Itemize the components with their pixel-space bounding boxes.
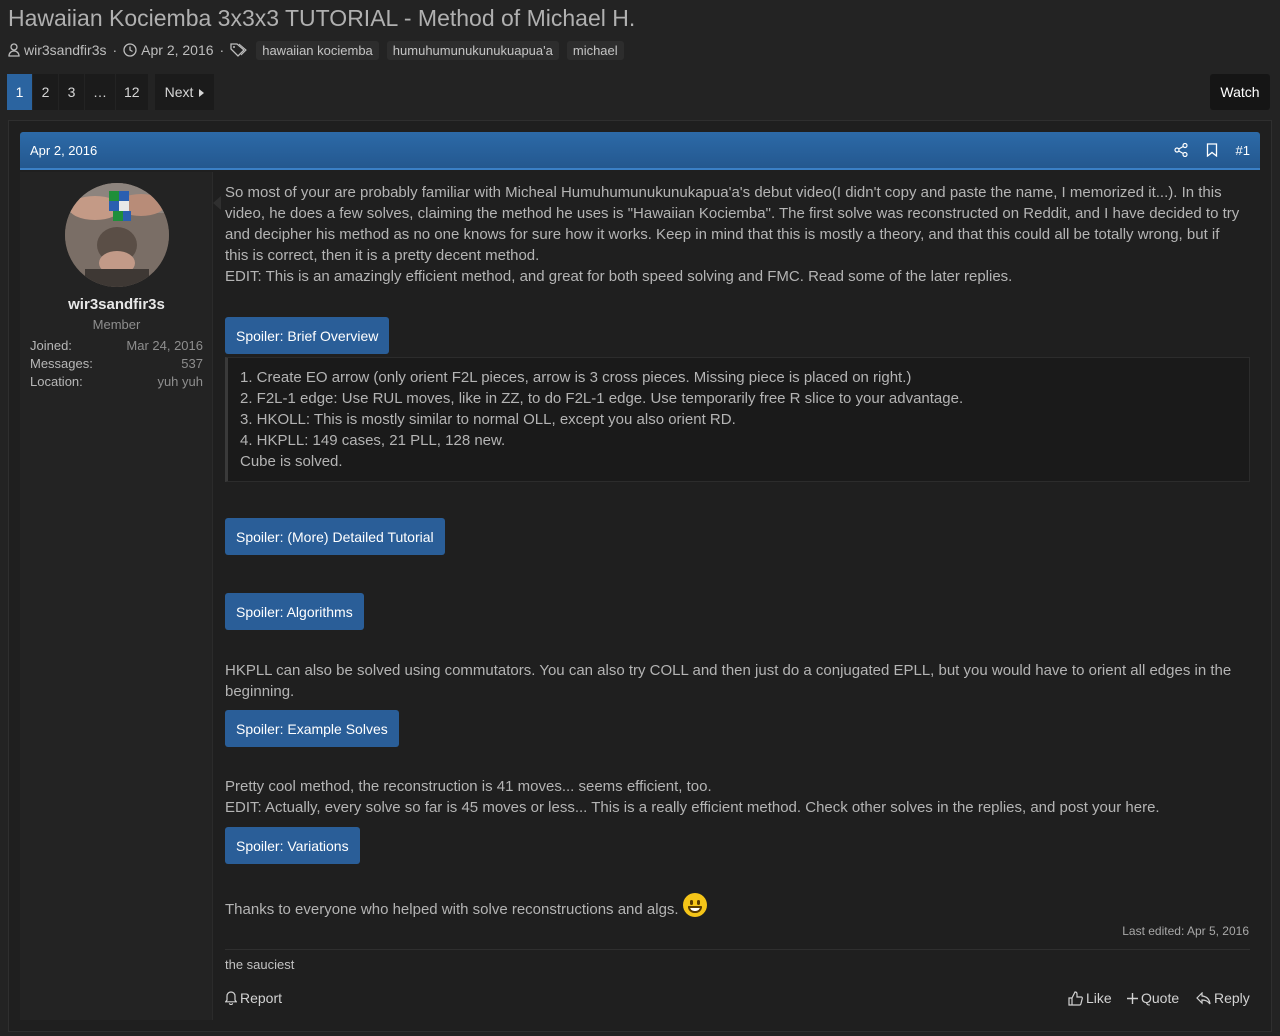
spoiler-brief-overview-button[interactable]: Spoiler: Brief Overview xyxy=(225,317,390,354)
intro-text: So most of your are probably familiar wi… xyxy=(225,182,1257,287)
reconstruction-text: Pretty cool method, the reconstruction i… xyxy=(225,776,1257,818)
message-arrow xyxy=(213,196,221,210)
page-jump-ellipsis[interactable]: … xyxy=(85,74,115,110)
username[interactable]: wir3sandfir3s xyxy=(20,296,213,313)
page-title: Hawaiian Kociemba 3x3x3 TUTORIAL - Metho… xyxy=(8,5,636,31)
watch-button[interactable]: Watch xyxy=(1210,74,1270,110)
post: Apr 2, 2016 #1 wir3sandfir3s Member Join… xyxy=(8,120,1272,1032)
text-line: this is correct, then it is a pretty dec… xyxy=(225,247,540,264)
text-line: 2. F2L-1 edge: Use RUL moves, like in ZZ… xyxy=(240,390,964,407)
thanks-text: Thanks to everyone who helped with solve… xyxy=(225,893,1257,920)
avatar[interactable] xyxy=(65,183,169,287)
text-line: 4. HKPLL: 149 cases, 21 PLL, 128 new. xyxy=(240,432,506,449)
user-title: Member xyxy=(92,317,141,332)
post-number[interactable]: #1 xyxy=(1236,143,1250,158)
meta-separator: · xyxy=(112,42,118,58)
text-line: EDIT: This is an amazingly efficient met… xyxy=(225,268,1013,285)
thread-date-text[interactable]: Apr 2, 2016 xyxy=(141,42,213,58)
reply-arrow-icon xyxy=(1196,991,1211,1005)
text-line: EDIT: Actually, every solve so far is 45… xyxy=(225,799,1160,816)
like-button[interactable]: Like xyxy=(1068,988,1112,1008)
report-label: Report xyxy=(240,990,283,1006)
text-line: beginning. xyxy=(225,683,295,700)
last-edited[interactable]: Last edited: Apr 5, 2016 xyxy=(1059,924,1249,938)
user-icon xyxy=(8,43,20,57)
text-line: Pretty cool method, the reconstruction i… xyxy=(225,778,712,795)
post-header-actions: #1 xyxy=(1173,143,1250,158)
text-line: Cube is solved. xyxy=(240,453,343,470)
stat-messages: Messages: 537 xyxy=(30,356,203,374)
stat-joined: Joined: Mar 24, 2016 xyxy=(30,338,203,356)
reply-button[interactable]: Reply xyxy=(1196,988,1250,1008)
stat-label: Messages: xyxy=(30,356,93,371)
stat-value[interactable]: yuh yuh xyxy=(157,374,203,392)
thread-author[interactable]: wir3sandfir3s xyxy=(8,42,106,58)
thread-meta: wir3sandfir3s · Apr 2, 2016 · hawaiian k… xyxy=(8,40,624,60)
spoiler-example-solves-button[interactable]: Spoiler: Example Solves xyxy=(225,710,399,747)
text-line: So most of your are probably familiar wi… xyxy=(225,184,1222,201)
page-link-12[interactable]: 12 xyxy=(116,74,148,110)
tag[interactable]: michael xyxy=(566,40,624,60)
user-stats: Joined: Mar 24, 2016 Messages: 537 Locat… xyxy=(30,338,203,392)
spoiler-content: 1. Create EO arrow (only orient F2L piec… xyxy=(225,357,1250,482)
text-line: HKPLL can also be solved using commutato… xyxy=(225,662,1232,679)
plus-icon xyxy=(1127,992,1138,1004)
page-link-3[interactable]: 3 xyxy=(59,74,84,110)
bookmark-icon[interactable] xyxy=(1206,143,1218,157)
grinning-emoji-icon xyxy=(682,893,707,917)
text-line: 1. Create EO arrow (only orient F2L piec… xyxy=(240,369,912,386)
thumbs-up-icon xyxy=(1068,990,1083,1006)
spoiler-algorithms-button[interactable]: Spoiler: Algorithms xyxy=(225,593,364,630)
stat-label: Location: xyxy=(30,374,83,389)
text-line: and decipher his method as no one knows … xyxy=(225,226,1220,243)
text-line: video, he does a few solves, claiming th… xyxy=(225,205,1240,222)
post-date[interactable]: Apr 2, 2016 xyxy=(30,143,97,158)
tag[interactable]: hawaiian kociemba xyxy=(256,40,379,60)
quote-button[interactable]: Quote xyxy=(1127,988,1179,1008)
stat-location: Location: yuh yuh xyxy=(30,374,203,392)
tag[interactable]: humuhumunukunukuapua'a xyxy=(386,40,559,60)
stat-label: Joined: xyxy=(30,338,72,353)
share-icon[interactable] xyxy=(1173,143,1188,157)
thread-author-name[interactable]: wir3sandfir3s xyxy=(24,42,106,58)
signature: the sauciest xyxy=(225,957,295,972)
quote-label: Quote xyxy=(1141,990,1180,1006)
user-cell: wir3sandfir3s Member Joined: Mar 24, 201… xyxy=(20,172,213,1020)
post-header: Apr 2, 2016 #1 xyxy=(20,132,1260,170)
bell-icon xyxy=(225,991,237,1005)
thanks-line: Thanks to everyone who helped with solve… xyxy=(225,901,679,918)
next-page-button[interactable]: Next xyxy=(154,74,215,110)
page-link-1[interactable]: 1 xyxy=(7,74,32,110)
clock-icon xyxy=(123,43,137,57)
caret-right-icon xyxy=(199,84,205,100)
report-button[interactable]: Report xyxy=(225,988,282,1008)
stat-value: Mar 24, 2016 xyxy=(126,338,203,353)
next-label: Next xyxy=(164,84,194,100)
spoiler-detailed-tutorial-button[interactable]: Spoiler: (More) Detailed Tutorial xyxy=(225,518,445,555)
page-link-2[interactable]: 2 xyxy=(33,74,58,110)
meta-separator: · xyxy=(219,42,225,58)
tags-icon xyxy=(230,43,248,57)
text-line: 3. HKOLL: This is mostly similar to norm… xyxy=(240,411,736,428)
pagination: 1 2 3 … 12 Next xyxy=(7,74,215,110)
like-label: Like xyxy=(1086,990,1112,1006)
spoiler-variations-button[interactable]: Spoiler: Variations xyxy=(225,827,360,864)
thread-date[interactable]: Apr 2, 2016 xyxy=(123,42,214,58)
stat-value[interactable]: 537 xyxy=(181,356,203,374)
signature-divider xyxy=(225,949,1250,950)
hkpll-text: HKPLL can also be solved using commutato… xyxy=(225,660,1257,702)
reply-label: Reply xyxy=(1214,990,1250,1006)
